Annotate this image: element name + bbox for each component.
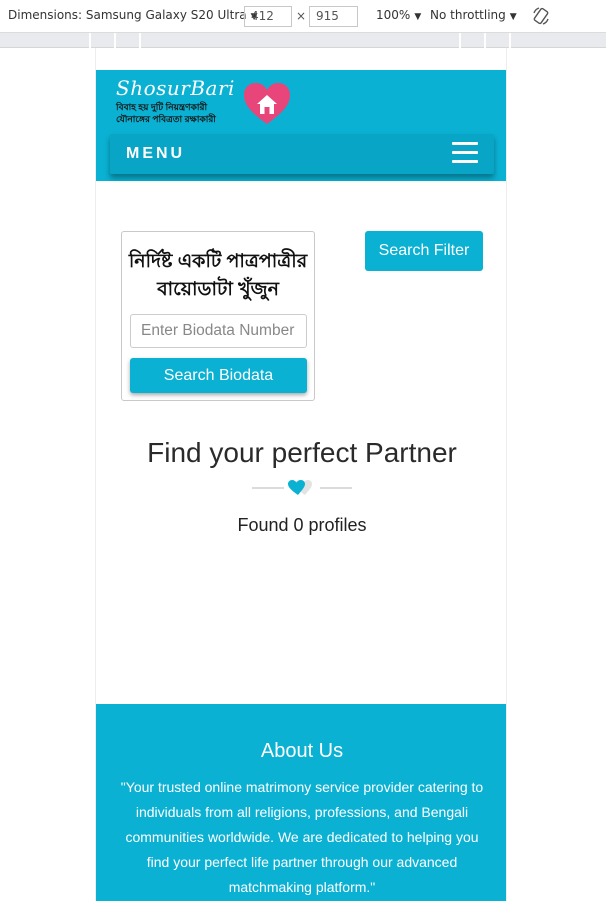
device-selector[interactable]: Dimensions: Samsung Galaxy S20 Ultra ▼ [8, 8, 258, 22]
zoom-selector[interactable]: 100% ▼ [376, 8, 421, 22]
results-title: Find your perfect Partner [147, 437, 457, 468]
ruler-tick [89, 33, 91, 48]
height-input[interactable]: 915 [309, 6, 358, 27]
about-section: About Us "Your trusted online matrimony … [96, 704, 506, 901]
times-label: × [296, 9, 307, 23]
rotate-icon[interactable] [531, 6, 551, 26]
menu-label: MENU [126, 145, 186, 162]
ruler-tick [139, 33, 141, 48]
search-biodata-button[interactable]: Search Biodata [130, 358, 307, 393]
devtools-toolbar: Dimensions: Samsung Galaxy S20 Ultra ▼ 41… [0, 0, 606, 33]
device-label: Dimensions: Samsung Galaxy S20 Ultra [8, 8, 247, 22]
biodata-number-input[interactable] [130, 314, 307, 348]
caret-down-icon: ▼ [414, 12, 422, 22]
profiles-found-count: Found 0 profiles [237, 515, 367, 535]
hamburger-icon[interactable] [452, 142, 478, 164]
search-card-title-line1: নির্দিষ্ট একটি পাত্রপাত্রীর [128, 251, 308, 272]
width-input[interactable]: 412 [244, 6, 292, 27]
menu-bar[interactable]: MENU [110, 134, 494, 174]
search-card-title-line2: বায়োডাটা খুঁজুন [157, 279, 279, 300]
ruler-tick [114, 33, 116, 48]
media-query-ruler [0, 33, 606, 48]
page-viewport: ShosurBari বিবাহ হয় দুটি নিয়ন্ত্রণকারী… [95, 48, 507, 901]
site-header: ShosurBari বিবাহ হয় দুটি নিয়ন্ত্রণকারী… [96, 70, 506, 181]
about-text: "Your trusted online matrimony service p… [120, 779, 484, 895]
biodata-search-card: নির্দিষ্ট একটি পাত্রপাত্রীর বায়োডাটা খু… [121, 231, 315, 401]
ruler-tick [509, 33, 511, 48]
heart-home-icon [244, 83, 290, 124]
search-card-title: নির্দিষ্ট একটি পাত্রপাত্রীর বায়োডাটা খু… [122, 248, 314, 304]
throttling-label: No throttling [430, 8, 506, 22]
heart-divider-icon [252, 480, 352, 495]
logo-title: ShosurBari [116, 76, 235, 100]
site-logo[interactable]: ShosurBari বিবাহ হয় দুটি নিয়ন্ত্রণকারী… [116, 76, 290, 124]
throttling-selector[interactable]: No throttling ▼ [430, 8, 517, 22]
search-filter-button[interactable]: Search Filter [365, 231, 483, 271]
ruler-tick [484, 33, 486, 48]
logo-tagline-2: যৌনাঙ্গের পবিত্রতা রক্ষাকারী [116, 114, 216, 124]
caret-down-icon: ▼ [509, 12, 517, 22]
ruler-tick [459, 33, 461, 48]
about-title: About Us [260, 740, 344, 762]
zoom-label: 100% [376, 8, 411, 22]
